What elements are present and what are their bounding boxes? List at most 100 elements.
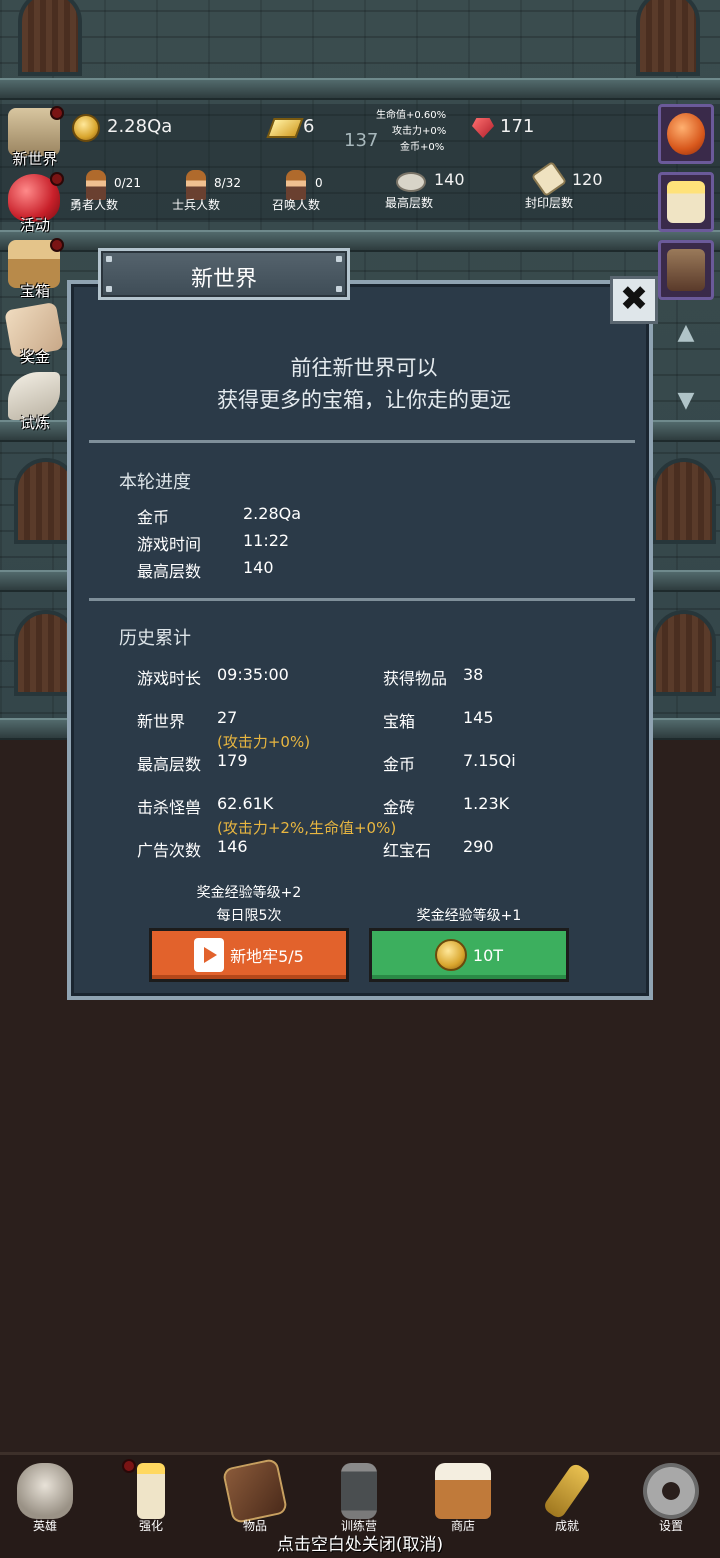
side-menu-bonus[interactable]: 奖金 bbox=[2, 301, 68, 368]
key-icon bbox=[541, 1461, 593, 1521]
side-menu-label: 新世界 bbox=[12, 150, 58, 168]
side-menu-chest[interactable]: 宝箱 bbox=[2, 236, 68, 302]
dungeon-door bbox=[652, 458, 716, 544]
gold-bar-count: 6 bbox=[303, 116, 315, 137]
history-playtime-value: 09:35:00 bbox=[217, 665, 289, 684]
gold-purchase-button-label: 10T bbox=[472, 945, 504, 965]
dialog-description-line1: 前往新世界可以 bbox=[290, 356, 438, 380]
scroll-up-icon[interactable]: ▲ bbox=[668, 318, 704, 348]
gold-coin-icon bbox=[434, 939, 467, 971]
book-icon bbox=[221, 1457, 289, 1525]
history-kills-bonus: (攻击力+2%,生命值+0%) bbox=[217, 819, 397, 837]
new-dungeon-button[interactable]: 新地牢5/5 bbox=[149, 928, 349, 982]
notification-dot bbox=[122, 1459, 136, 1473]
bonus-hp: 生命值+0.60% bbox=[376, 110, 447, 121]
current-floor-label: 最高层数 bbox=[137, 562, 202, 581]
gold-coin-icon bbox=[72, 114, 100, 142]
side-menu-label: 宝箱 bbox=[19, 282, 50, 300]
history-heading: 历史累计 bbox=[119, 628, 191, 649]
soldier-label: 士兵人数 bbox=[172, 198, 221, 212]
bonus-attack: 攻击力+0% bbox=[392, 126, 447, 137]
left-button-caption-1: 奖金经验等级+2 bbox=[196, 885, 302, 901]
left-button-caption-2: 每日限5次 bbox=[216, 908, 282, 924]
ruby-count: 171 bbox=[500, 116, 535, 137]
side-menu-event[interactable]: 活动 bbox=[2, 170, 68, 236]
skull-icon bbox=[17, 1463, 73, 1519]
history-new-world-label: 新世界 bbox=[137, 712, 186, 731]
history-gold-label: 金币 bbox=[383, 755, 416, 774]
dungeon-door bbox=[652, 610, 716, 696]
soldier-count: 8/32 bbox=[214, 176, 241, 190]
hero-label: 勇者人数 bbox=[70, 198, 119, 212]
dialog-title-tab: 新世界 bbox=[98, 248, 350, 300]
top-hud: 2.28Qa 6 137 生命值+0.60% 攻击力+0% 金币+0% 171 … bbox=[0, 104, 720, 222]
fruit-icon bbox=[667, 113, 705, 155]
stone-icon bbox=[396, 172, 426, 192]
candle-icon bbox=[137, 1463, 165, 1519]
current-time-label: 游戏时间 bbox=[137, 535, 202, 554]
section-divider bbox=[89, 598, 635, 601]
history-items-value: 38 bbox=[463, 665, 484, 684]
gold-amount: 2.28Qa bbox=[107, 116, 173, 137]
dialog-description-line2: 获得更多的宝箱，让你走的更远 bbox=[217, 388, 511, 412]
notification-dot bbox=[50, 106, 64, 120]
gold-purchase-button[interactable]: 10T bbox=[369, 928, 569, 982]
dungeon-door bbox=[636, 0, 700, 76]
side-menu-new-world[interactable]: 新世界 bbox=[2, 104, 68, 170]
history-items-label: 获得物品 bbox=[383, 669, 448, 688]
scroll-icon bbox=[530, 160, 568, 198]
candle-icon bbox=[667, 181, 705, 223]
history-max-floor-label: 最高层数 bbox=[137, 755, 202, 774]
floor-marker: 137 bbox=[344, 130, 379, 151]
history-kills-value: 62.61K bbox=[217, 794, 274, 813]
hero-count: 0/21 bbox=[114, 176, 141, 190]
notification-dot bbox=[50, 238, 64, 252]
new-dungeon-button-label: 新地牢5/5 bbox=[230, 947, 304, 966]
video-ad-icon bbox=[194, 938, 225, 972]
sealed-floor-label: 封印层数 bbox=[525, 196, 574, 210]
floor-ledge bbox=[0, 78, 720, 100]
side-menu-trial[interactable]: 试炼 bbox=[2, 368, 68, 434]
history-kills-label: 击杀怪兽 bbox=[137, 798, 202, 817]
bonus-gold: 金币+0% bbox=[400, 142, 445, 153]
history-rubies-label: 红宝石 bbox=[383, 841, 432, 860]
right-item-candle[interactable] bbox=[658, 172, 714, 232]
history-rubies-value: 290 bbox=[463, 837, 494, 856]
right-button-caption: 奖金经验等级+1 bbox=[416, 908, 522, 924]
current-round-heading: 本轮进度 bbox=[119, 472, 191, 493]
history-new-world-bonus: (攻击力+0%) bbox=[217, 733, 311, 751]
right-item-chest[interactable] bbox=[658, 240, 714, 300]
right-item-fruit[interactable] bbox=[658, 104, 714, 164]
chest-icon bbox=[667, 249, 705, 291]
history-chests-value: 145 bbox=[463, 708, 494, 727]
side-menu-label: 奖金 bbox=[19, 348, 50, 366]
history-gold-bricks-label: 金砖 bbox=[383, 798, 416, 817]
sealed-floor-value: 120 bbox=[572, 170, 603, 189]
notification-dot bbox=[50, 172, 64, 186]
lantern-icon bbox=[341, 1463, 377, 1519]
section-divider bbox=[89, 440, 635, 443]
history-ads-value: 146 bbox=[217, 837, 248, 856]
dialog-title: 新世界 bbox=[190, 267, 257, 292]
gold-bar-icon bbox=[266, 118, 304, 138]
current-gold-value: 2.28Qa bbox=[243, 504, 302, 523]
close-hint: 点击空白处关闭(取消) bbox=[276, 1535, 444, 1555]
history-chests-label: 宝箱 bbox=[383, 712, 416, 731]
current-floor-value: 140 bbox=[243, 558, 274, 577]
gear-icon bbox=[643, 1463, 699, 1519]
history-gold-bricks-value: 1.23K bbox=[463, 794, 510, 813]
history-max-floor-value: 179 bbox=[217, 751, 248, 770]
close-icon: ✖ bbox=[619, 279, 649, 319]
new-world-dialog: 前往新世界可以 获得更多的宝箱，让你走的更远 本轮进度 金币 2.28Qa 游戏… bbox=[67, 280, 653, 1000]
scroll-down-icon[interactable]: ▼ bbox=[668, 386, 704, 416]
history-playtime-label: 游戏时长 bbox=[137, 669, 202, 688]
ruby-icon bbox=[472, 118, 494, 138]
max-floor-label: 最高层数 bbox=[385, 196, 434, 210]
mug-icon bbox=[435, 1463, 491, 1519]
close-button[interactable]: ✖ bbox=[610, 276, 658, 324]
max-floor-value: 140 bbox=[434, 170, 465, 189]
side-menu-label: 试炼 bbox=[19, 414, 50, 432]
current-time-value: 11:22 bbox=[243, 531, 290, 550]
summon-count: 0 bbox=[315, 176, 323, 190]
dungeon-door bbox=[18, 0, 82, 76]
